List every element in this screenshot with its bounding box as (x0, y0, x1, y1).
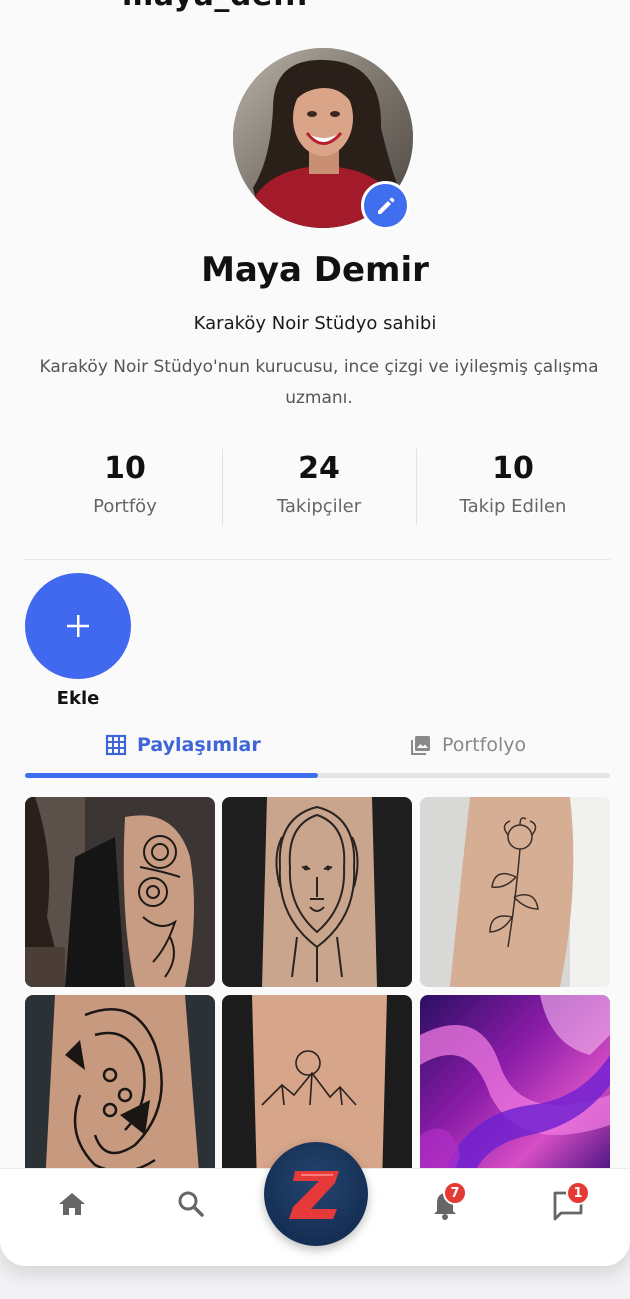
floral-sleeve-tattoo-photo[interactable] (25, 797, 215, 987)
stat-label: Takip Edilen (459, 496, 567, 517)
profile-stats: 10 Portföy 24 Takipçiler 10 Takip Edilen (28, 445, 610, 527)
koi-fish-tattoo-photo[interactable] (25, 995, 215, 1185)
purple-abstract-photo[interactable] (420, 995, 610, 1185)
search-icon[interactable] (174, 1187, 208, 1221)
grid-icon (105, 734, 127, 756)
profile-tabs: Paylaşımlar Portfolyo (25, 722, 610, 780)
image-icon (411, 736, 430, 755)
add-label: Ekle (56, 688, 100, 709)
plus-icon (67, 615, 89, 637)
stat-value: 10 (492, 451, 534, 486)
z-logo-button[interactable] (264, 1142, 368, 1246)
stat-value: 24 (298, 451, 340, 486)
profile-bio: Karaköy Noir Stüdyo'nun kurucusu, ince ç… (39, 357, 599, 408)
tab-portfolio[interactable]: Portfolyo (410, 722, 526, 768)
top-bar: maya_de... (0, 0, 630, 13)
pencil-icon (377, 197, 394, 214)
edit-avatar-button[interactable] (361, 181, 410, 230)
stat-label: Portföy (93, 496, 157, 517)
tab-label: Portfolyo (442, 734, 527, 756)
tab-label: Paylaşımlar (137, 734, 261, 756)
back-arrow-icon[interactable] (28, 0, 98, 4)
share-icon[interactable] (432, 0, 462, 4)
home-icon[interactable] (55, 1187, 89, 1221)
stat-value: 10 (104, 451, 146, 486)
messages-badge: 1 (566, 1181, 590, 1205)
star-icon[interactable] (368, 0, 398, 4)
more-options-icon[interactable] (576, 0, 606, 4)
settings-gear-icon[interactable] (502, 0, 532, 4)
stat-followers[interactable]: 24 Takipçiler (222, 445, 416, 527)
tab-posts[interactable]: Paylaşımlar (105, 722, 261, 768)
notifications-badge: 7 (443, 1181, 467, 1205)
profile-screen: maya_de... (0, 0, 630, 1266)
profile-name: Maya Demir (201, 250, 429, 290)
profile-subtitle: Karaköy Noir Stüdyo sahibi (193, 313, 437, 334)
stat-label: Takipçiler (276, 496, 362, 517)
stat-portfolio[interactable]: 10 Portföy (28, 445, 222, 527)
section-divider (25, 559, 610, 560)
fineline-flower-tattoo-photo[interactable] (420, 797, 610, 987)
active-tab-indicator (25, 773, 318, 778)
add-button[interactable] (25, 573, 131, 679)
stat-following[interactable]: 10 Takip Edilen (416, 445, 610, 527)
profile-username: maya_de... (122, 0, 308, 13)
z-logo-icon (289, 1171, 339, 1219)
lion-tattoo-photo[interactable] (222, 797, 412, 987)
